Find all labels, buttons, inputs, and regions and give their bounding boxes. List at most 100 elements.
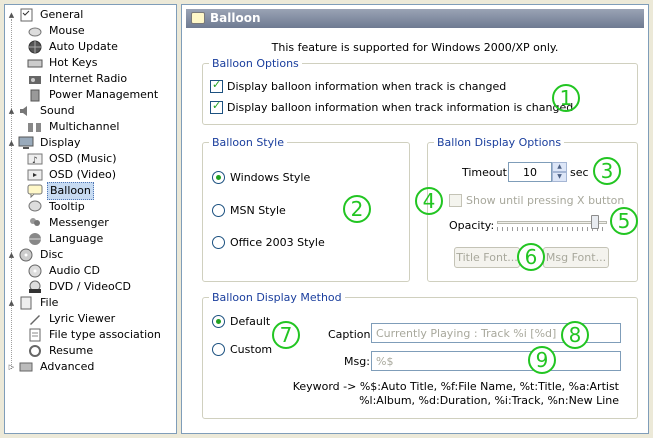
tree-item-label: Power Management <box>49 88 159 101</box>
file-icon <box>18 296 34 310</box>
office-2003-style-radio[interactable]: Office 2003 Style <box>212 236 325 249</box>
collapse-icon[interactable]: ▲ <box>7 7 16 23</box>
spin-up-icon[interactable]: ▲ <box>552 162 567 172</box>
tree-item-auto-update[interactable]: Auto Update <box>27 39 120 55</box>
radio-dot[interactable] <box>212 171 225 184</box>
callout-2: 2 <box>343 195 371 223</box>
tree-item-label: Messenger <box>49 216 109 229</box>
tree-item-label: OSD (Music) <box>49 152 117 165</box>
show-until-x-checkbox[interactable]: Show until pressing X button <box>449 194 624 207</box>
collapse-icon[interactable]: ▲ <box>7 295 16 311</box>
tree-item-messenger[interactable]: Messenger <box>27 215 111 231</box>
tree-item-label: Sound <box>40 104 75 117</box>
timeout-spinner[interactable]: ▲ ▼ <box>508 162 567 182</box>
track-changed-checkbox[interactable]: Display balloon information when track i… <box>210 78 507 93</box>
collapse-icon[interactable]: ▲ <box>7 135 16 151</box>
default-method-radio[interactable]: Default <box>212 315 270 328</box>
track-info-changed-checkbox[interactable]: Display balloon information when track i… <box>210 99 574 114</box>
balloon-icon <box>191 12 205 24</box>
checkbox-label: Show until pressing X button <box>466 194 625 207</box>
settings-tree: ▲ General Mouse Auto Update Hot Keys Int… <box>4 4 177 434</box>
tree-item-language[interactable]: Language <box>27 231 105 247</box>
msg-field[interactable] <box>371 351 621 371</box>
resume-icon <box>27 344 43 358</box>
opacity-label: Opacity: <box>449 219 495 232</box>
collapse-icon[interactable]: ▲ <box>7 247 16 263</box>
tree-item-display[interactable]: ▲ Display <box>7 135 83 151</box>
disc-icon <box>18 248 34 262</box>
callout-6: 6 <box>517 243 545 271</box>
tree-item-lyric-viewer[interactable]: Lyric Viewer <box>27 311 117 327</box>
checkbox-label: Display balloon information when track i… <box>227 101 574 114</box>
tree-item-dvd-videocd[interactable]: DVD / VideoCD <box>27 279 133 295</box>
caption-label: Caption: <box>328 328 375 341</box>
radio-dot[interactable] <box>212 343 225 356</box>
checkbox-label: Display balloon information when track i… <box>227 80 507 93</box>
checklist-icon <box>18 8 34 22</box>
dvd-icon <box>27 280 43 294</box>
callout-3: 3 <box>593 157 621 185</box>
opacity-slider[interactable] <box>497 215 607 231</box>
tree-item-balloon[interactable]: Balloon <box>27 182 94 200</box>
tree-item-osd-video[interactable]: OSD (Video) <box>27 167 118 183</box>
tree-item-label: Tooltip <box>49 200 85 213</box>
timeout-input[interactable] <box>508 162 552 182</box>
speaker-icon <box>18 104 34 118</box>
panel-header: Balloon <box>186 9 644 28</box>
tree-item-label: Language <box>49 232 104 245</box>
radio-dot[interactable] <box>212 204 225 217</box>
tree-item-label: Advanced <box>40 360 95 373</box>
tree-item-osd-music[interactable]: ♪ OSD (Music) <box>27 151 119 167</box>
radio-label: Default <box>230 315 271 328</box>
language-icon <box>27 232 43 246</box>
slider-thumb[interactable] <box>591 215 599 229</box>
msn-style-radio[interactable]: MSN Style <box>212 204 286 217</box>
pen-icon <box>27 312 43 326</box>
keyword-help-line-2: %l:Album, %d:Duration, %i:Track, %n:New … <box>359 394 619 407</box>
spin-down-icon[interactable]: ▼ <box>552 172 567 182</box>
file-assoc-icon <box>27 328 43 342</box>
tree-item-power-management[interactable]: Power Management <box>27 87 160 103</box>
advanced-icon <box>18 360 34 374</box>
windows-style-radio[interactable]: Windows Style <box>212 171 310 184</box>
tree-item-label: File type association <box>49 328 161 341</box>
tree-item-label: Disc <box>40 248 64 261</box>
checkbox-box[interactable] <box>210 99 223 114</box>
spinner-buttons[interactable]: ▲ ▼ <box>552 162 567 182</box>
tree-item-internet-radio[interactable]: Internet Radio <box>27 71 129 87</box>
radio-dot[interactable] <box>212 236 225 249</box>
cd-icon <box>27 264 43 278</box>
callout-8: 8 <box>561 321 589 349</box>
tree-item-file[interactable]: ▲ File <box>7 295 60 311</box>
expand-icon[interactable]: ▷ <box>7 359 16 375</box>
timeout-label: Timeout: <box>462 166 511 179</box>
msg-font-button[interactable]: Msg Font... <box>543 247 609 268</box>
checkbox-box[interactable] <box>210 78 223 93</box>
title-font-button[interactable]: Title Font... <box>454 247 520 268</box>
tree-item-advanced[interactable]: ▷ Advanced <box>7 359 96 375</box>
custom-method-radio[interactable]: Custom <box>212 343 272 356</box>
collapse-icon[interactable]: ▲ <box>7 103 16 119</box>
tree-item-general[interactable]: ▲ General <box>7 7 85 23</box>
checkbox-box[interactable] <box>449 194 462 207</box>
tree-item-label: Auto Update <box>49 40 118 53</box>
tree-item-hot-keys[interactable]: Hot Keys <box>27 55 100 71</box>
tree-item-sound[interactable]: ▲ Sound <box>7 103 77 119</box>
tree-item-label: Mouse <box>49 24 85 37</box>
tree-item-multichannel[interactable]: Multichannel <box>27 119 121 135</box>
tree-item-label: Hot Keys <box>49 56 98 69</box>
radio-dot[interactable] <box>212 315 225 328</box>
msg-label: Msg: <box>344 355 370 368</box>
tree-item-tooltip[interactable]: Tooltip <box>27 199 87 215</box>
osd-music-icon: ♪ <box>27 152 43 166</box>
tree-item-label: General <box>40 8 84 21</box>
tree-item-label: Balloon <box>47 182 94 200</box>
tree-item-audio-cd[interactable]: Audio CD <box>27 263 102 279</box>
speakers-icon <box>27 120 43 134</box>
tree-item-mouse[interactable]: Mouse <box>27 23 87 39</box>
tree-item-resume[interactable]: Resume <box>27 343 95 359</box>
radio-label: Office 2003 Style <box>230 236 325 249</box>
tree-item-file-type-association[interactable]: File type association <box>27 327 163 343</box>
tree-item-disc[interactable]: ▲ Disc <box>7 247 65 263</box>
tree-item-label: Display <box>40 136 81 149</box>
